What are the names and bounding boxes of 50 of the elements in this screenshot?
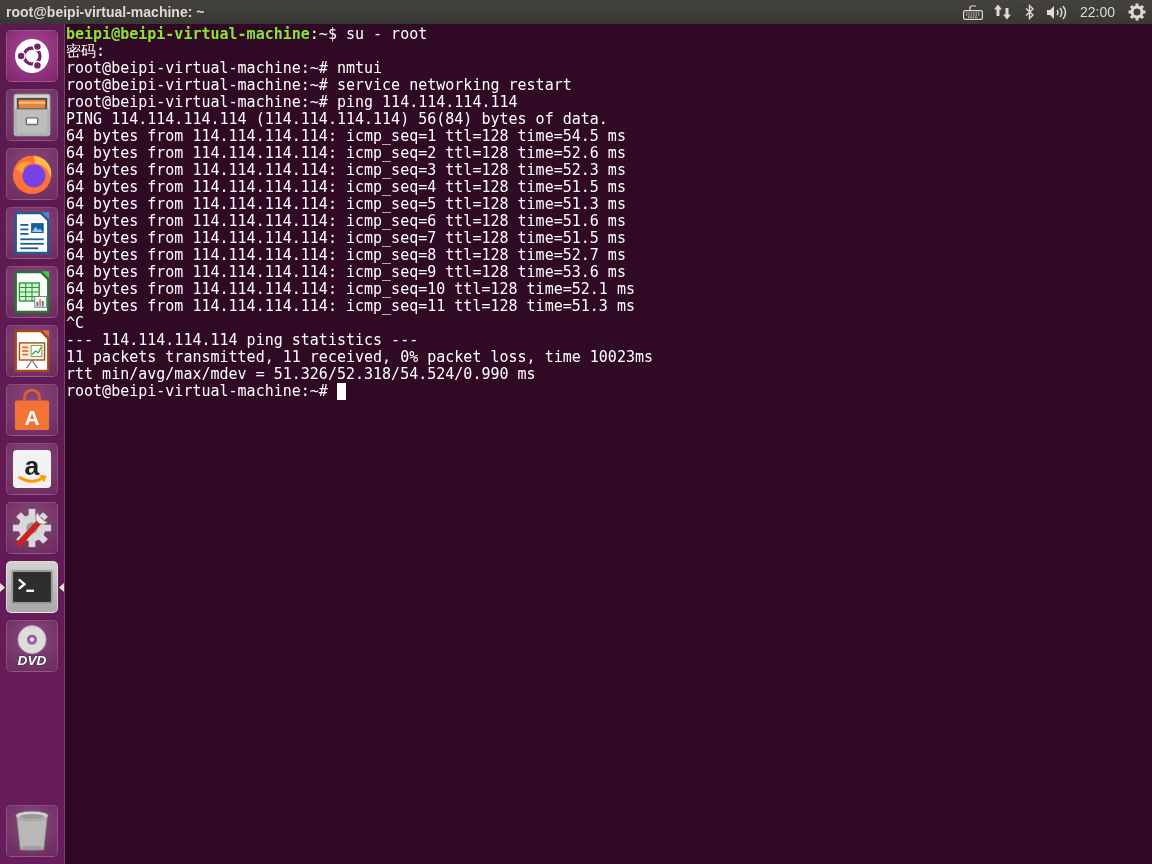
terminal-line: root@beipi-virtual-machine:~# bbox=[66, 383, 328, 400]
launcher-button[interactable]: DVD bbox=[6, 620, 58, 672]
launcher-button[interactable] bbox=[6, 207, 58, 259]
gear-icon[interactable] bbox=[1128, 3, 1146, 21]
terminal-line: rtt min/avg/max/mdev = 51.326/52.318/54.524/0.990 ms bbox=[66, 366, 536, 383]
terminal-line: 64 bytes from 114.114.114.114: icmp_seq=1 ttl=128 time=54.5 ms bbox=[66, 128, 626, 145]
terminal-line: 64 bytes from 114.114.114.114: icmp_seq=6 ttl=128 time=51.6 ms bbox=[66, 213, 626, 230]
keyboard-icon[interactable] bbox=[962, 4, 983, 20]
launcher-button[interactable] bbox=[6, 266, 58, 318]
terminal-line: 64 bytes from 114.114.114.114: icmp_seq=4 ttl=128 time=51.5 ms bbox=[66, 179, 626, 196]
terminal-line: 64 bytes from 114.114.114.114: icmp_seq=8 ttl=128 time=52.7 ms bbox=[66, 247, 626, 264]
terminal-line: ^C bbox=[66, 315, 85, 332]
file-cabinet-icon bbox=[13, 93, 51, 137]
up-down-arrows-icon[interactable] bbox=[993, 4, 1012, 20]
gear-wrench-icon bbox=[11, 507, 53, 549]
launcher-button[interactable] bbox=[6, 30, 58, 82]
window-title: root@beipi-virtual-machine: ~ bbox=[6, 4, 206, 20]
terminal-line: root@beipi-virtual-machine:~# ping 114.114.114.114 bbox=[66, 94, 518, 111]
volume-icon[interactable] bbox=[1046, 4, 1068, 20]
terminal-line: --- 114.114.114.114 ping statistics --- bbox=[66, 332, 419, 349]
letter-a-smile-icon: a bbox=[13, 450, 51, 488]
fox-globe-icon bbox=[11, 153, 53, 195]
terminal-line: 64 bytes from 114.114.114.114: icmp_seq=11 ttl=128 time=51.3 ms bbox=[66, 298, 635, 315]
terminal-line: root@beipi-virtual-machine:~# service networking restart bbox=[66, 77, 572, 94]
terminal-line: 64 bytes from 114.114.114.114: icmp_seq=5 ttl=128 time=51.3 ms bbox=[66, 196, 626, 213]
clock-label[interactable]: 22:00 bbox=[1079, 4, 1115, 20]
launcher-button[interactable]: a bbox=[6, 443, 58, 495]
terminal-line: 64 bytes from 114.114.114.114: icmp_seq=3 ttl=128 time=52.3 ms bbox=[66, 162, 626, 179]
presentation-icon bbox=[14, 329, 50, 373]
bluetooth-icon[interactable] bbox=[1024, 4, 1035, 20]
launcher-button[interactable] bbox=[6, 89, 58, 141]
terminal-line: 密码: bbox=[66, 43, 106, 60]
launcher-button[interactable] bbox=[6, 502, 58, 554]
terminal-line: root@beipi-virtual-machine:~# nmtui bbox=[66, 60, 383, 77]
text-document-icon bbox=[14, 211, 50, 255]
terminal-line: 64 bytes from 114.114.114.114: icmp_seq=7 ttl=128 time=51.5 ms bbox=[66, 230, 626, 247]
terminal-line: 64 bytes from 114.114.114.114: icmp_seq=9 ttl=128 time=53.6 ms bbox=[66, 264, 626, 281]
trash-icon bbox=[14, 810, 50, 852]
terminal-line: PING 114.114.114.114 (114.114.114.114) 56(84) bytes of data. bbox=[66, 111, 608, 128]
launcher-button[interactable] bbox=[6, 561, 58, 613]
terminal-line: beipi@beipi-virtual-machine:~$ su - root bbox=[66, 26, 428, 43]
launcher-button[interactable] bbox=[6, 148, 58, 200]
terminal-line: 11 packets transmitted, 11 received, 0% packet loss, time 10023ms bbox=[66, 349, 653, 366]
spreadsheet-icon bbox=[14, 270, 50, 314]
terminal-line: 64 bytes from 114.114.114.114: icmp_seq=2 ttl=128 time=52.6 ms bbox=[66, 145, 626, 162]
launcher-button[interactable] bbox=[6, 805, 58, 857]
terminal-line: 64 bytes from 114.114.114.114: icmp_seq=10 ttl=128 time=52.1 ms bbox=[66, 281, 635, 298]
terminal-icon bbox=[11, 570, 53, 604]
ubuntu-logo-icon bbox=[15, 39, 49, 73]
launcher-button[interactable] bbox=[6, 325, 58, 377]
